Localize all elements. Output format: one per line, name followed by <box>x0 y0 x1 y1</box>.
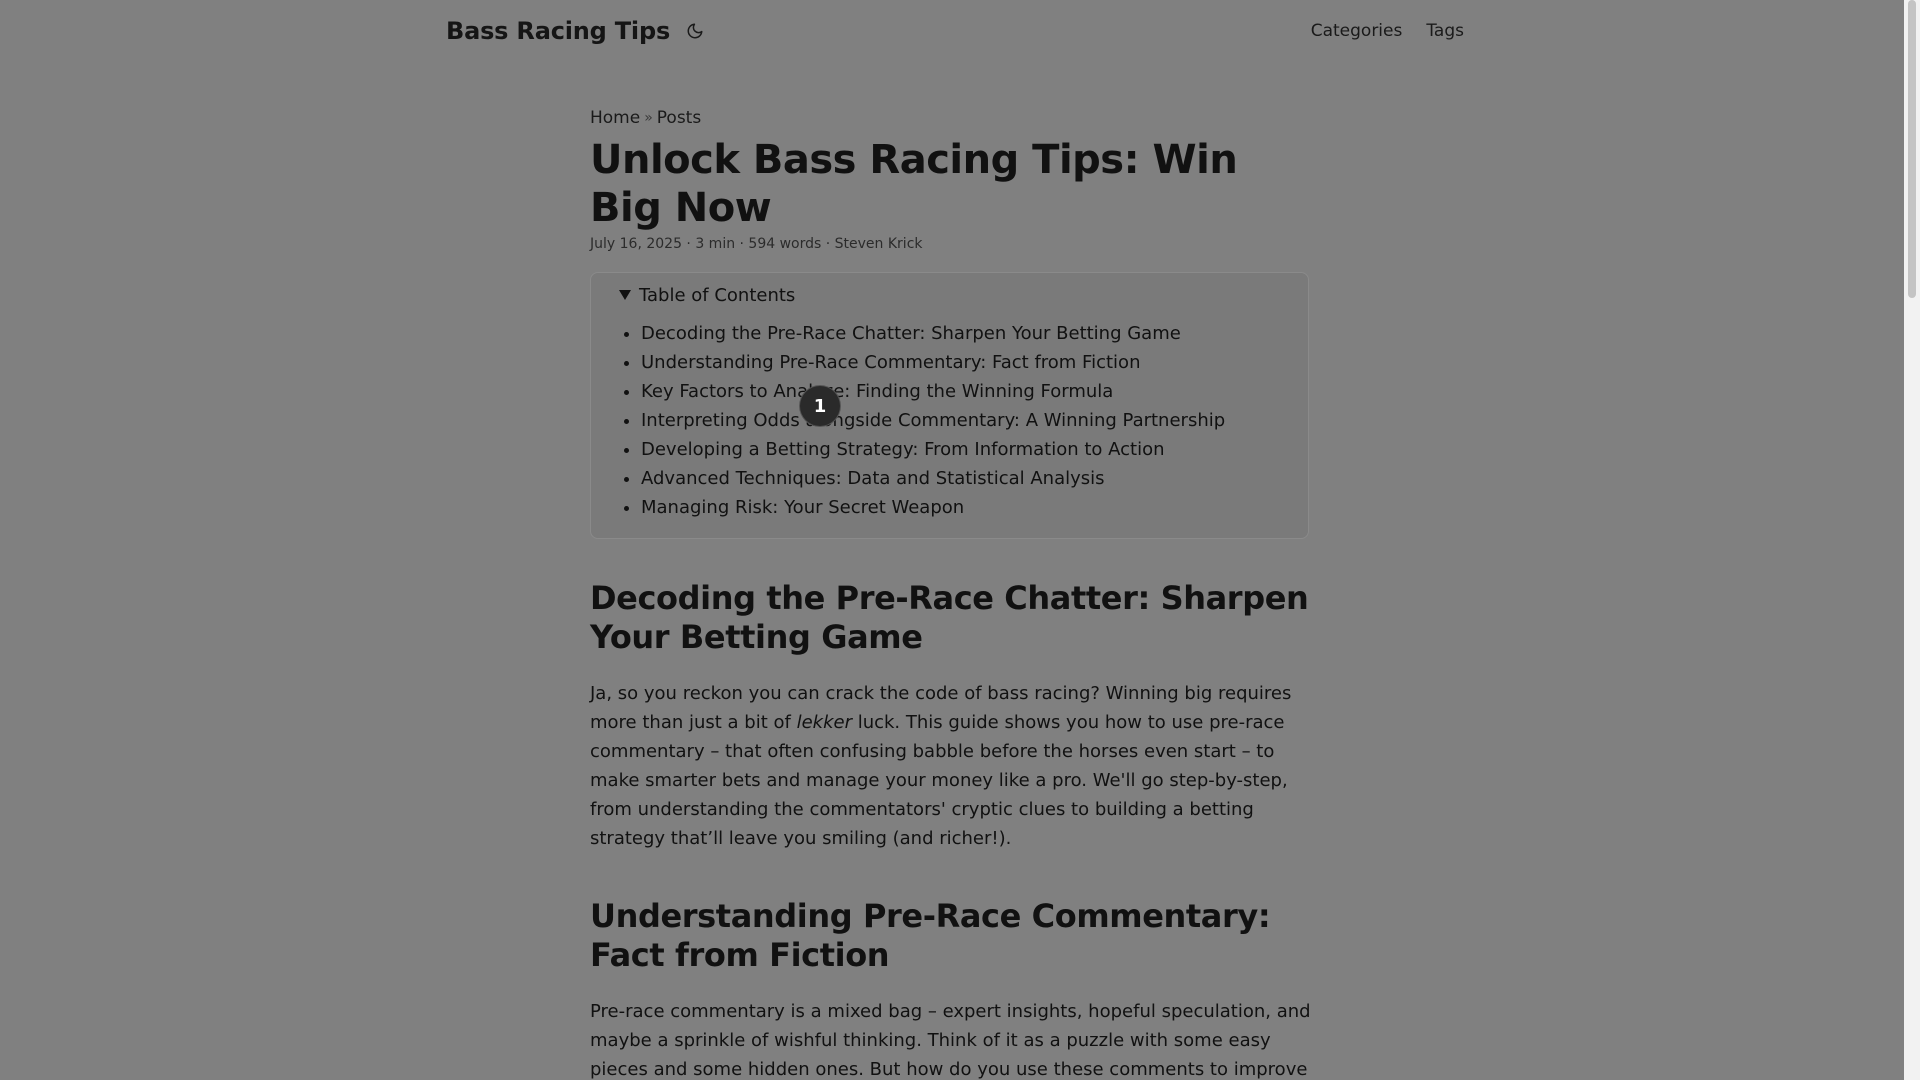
page-title: Unlock Bass Racing Tips: Win Big Now <box>590 137 1238 231</box>
toc-summary-toggle[interactable]: Table of Contents <box>619 283 1280 307</box>
section-heading-decoding: Decoding the Pre-Race Chatter: Sharpen Y… <box>590 579 1309 656</box>
main-content: Home » Posts Unlock Bass Racing Tips: Wi… <box>590 108 1312 1080</box>
toc-item: Developing a Betting Strategy: From Info… <box>641 435 1280 464</box>
toc-item: Interpreting Odds alongside Commentary: … <box>641 406 1280 435</box>
moon-icon <box>687 23 703 39</box>
step-marker-badge: 1 <box>800 386 840 426</box>
theme-toggle-button[interactable] <box>684 20 706 42</box>
section-paragraph-understanding: Pre-race commentary is a mixed bag – exp… <box>590 1001 1311 1080</box>
article-body: Decoding the Pre-Race Chatter: Sharpen Y… <box>590 579 1312 1080</box>
toc-summary-label: Table of Contents <box>639 284 796 306</box>
toc-link-understanding[interactable]: Understanding Pre-Race Commentary: Fact … <box>641 352 1140 373</box>
breadcrumb-home[interactable]: Home <box>590 108 640 128</box>
toc-item: Decoding the Pre-Race Chatter: Sharpen Y… <box>641 319 1280 348</box>
breadcrumb-posts[interactable]: Posts <box>657 108 701 128</box>
toc-item: Advanced Techniques: Data and Statistica… <box>641 464 1280 493</box>
site-title-link[interactable]: Bass Racing Tips <box>446 17 670 45</box>
triangle-down-icon <box>619 290 631 300</box>
toc-item: Managing Risk: Your Secret Weapon <box>641 493 1280 522</box>
post-meta: July 16, 2025 · 3 min · 594 words · Stev… <box>590 236 923 252</box>
logo-wrap: Bass Racing Tips <box>446 17 706 45</box>
toc-item: Key Factors to Analyze: Finding the Winn… <box>641 377 1280 406</box>
scrollbar-thumb[interactable] <box>1908 0 1916 298</box>
section-paragraph-decoding: Ja, so you reckon you can crack the code… <box>590 679 1312 853</box>
toc-link-managing-risk[interactable]: Managing Risk: Your Secret Weapon <box>641 497 964 518</box>
table-of-contents: Table of Contents Decoding the Pre-Race … <box>590 272 1309 539</box>
site-header: Bass Racing Tips Categories Tags <box>446 14 1464 48</box>
page-scrollbar[interactable] <box>1904 0 1920 1080</box>
section-heading-understanding: Understanding Pre-Race Commentary: Fact … <box>590 897 1271 974</box>
toc-link-decoding[interactable]: Decoding the Pre-Race Chatter: Sharpen Y… <box>641 323 1181 344</box>
toc-link-betting-strategy[interactable]: Developing a Betting Strategy: From Info… <box>641 439 1165 460</box>
toc-link-advanced-techniques[interactable]: Advanced Techniques: Data and Statistica… <box>641 468 1105 489</box>
toc-link-interpreting-odds[interactable]: Interpreting Odds alongside Commentary: … <box>641 410 1225 431</box>
toc-list: Decoding the Pre-Race Chatter: Sharpen Y… <box>619 319 1280 522</box>
page: Bass Racing Tips Categories Tags Home » … <box>0 0 1904 1080</box>
toc-link-key-factors[interactable]: Key Factors to Analyze: Finding the Winn… <box>641 381 1113 402</box>
paragraph-emphasis: lekker <box>796 712 852 733</box>
breadcrumb-separator: » <box>644 110 653 126</box>
nav-tags[interactable]: Tags <box>1426 21 1464 41</box>
nav-categories[interactable]: Categories <box>1311 21 1403 41</box>
main-nav: Categories Tags <box>1311 21 1464 41</box>
breadcrumb: Home » Posts <box>590 108 1312 128</box>
toc-item: Understanding Pre-Race Commentary: Fact … <box>641 348 1280 377</box>
